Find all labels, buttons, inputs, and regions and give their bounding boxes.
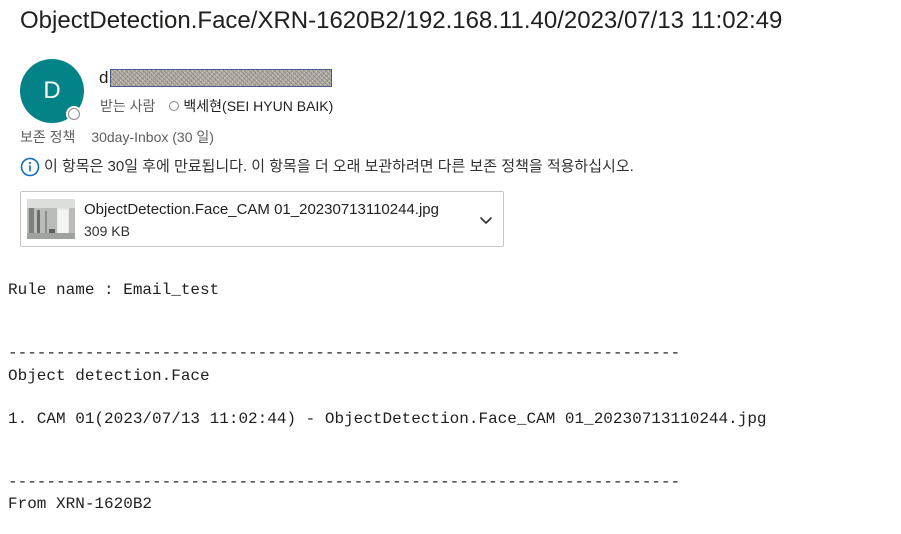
expiry-notice: 이 항목은 30일 후에 만료됩니다. 이 항목을 더 오래 보관하려면 다른 … (20, 156, 634, 178)
separator-line: ----------------------------------------… (8, 344, 681, 362)
info-icon (20, 157, 40, 177)
email-subject: ObjectDetection.Face/XRN-1620B2/192.168.… (20, 7, 783, 34)
sender-row: d (99, 67, 333, 89)
recipient-name[interactable]: 백세현(SEI HYUN BAIK) (183, 96, 333, 116)
rule-name-line: Rule name : Email_test (8, 281, 220, 299)
from-line: From XRN-1620B2 (8, 495, 153, 513)
attachment-size: 309 KB (84, 223, 130, 239)
camera-snapshot-image (27, 199, 75, 239)
attachment-filename[interactable]: ObjectDetection.Face_CAM 01_202307131102… (84, 200, 439, 220)
sender-name[interactable]: d (99, 67, 108, 89)
separator-line: ----------------------------------------… (8, 473, 681, 491)
detection-item-line: 1. CAM 01(2023/07/13 11:02:44) - ObjectD… (8, 410, 767, 428)
expiry-text: 이 항목은 30일 후에 만료됩니다. 이 항목을 더 오래 보관하려면 다른 … (44, 158, 634, 175)
detection-type-line: Object detection.Face (8, 367, 210, 385)
sender-redacted-block (110, 69, 333, 87)
retention-label: 보존 정책 (20, 129, 76, 145)
avatar-initial: D (43, 77, 61, 104)
retention-policy: 보존 정책 30day-Inbox (30 일) (20, 127, 214, 147)
recipients-row: 받는 사람 백세현(SEI HYUN BAIK) (100, 96, 333, 116)
attachment-thumbnail[interactable] (27, 199, 75, 239)
to-label: 받는 사람 (100, 98, 156, 114)
retention-value: 30day-Inbox (30 일) (91, 129, 214, 145)
recipient-presence-icon (169, 101, 180, 111)
chevron-down-icon[interactable] (476, 210, 496, 230)
attachment-card[interactable]: ObjectDetection.Face_CAM 01_202307131102… (20, 191, 504, 247)
presence-status-icon (66, 106, 82, 122)
